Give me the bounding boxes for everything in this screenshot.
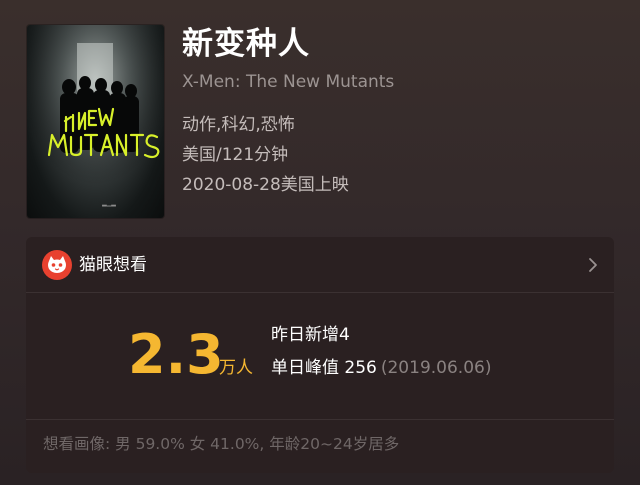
movie-release-date: 2020-08-28美国上映 (182, 175, 349, 195)
daily-peak-label: 单日峰值 256 (271, 358, 377, 378)
svg-text:▂▁▂: ▂▁▂ (101, 200, 116, 207)
want-card-title: 猫眼想看 (79, 255, 147, 275)
poster-artwork: ▂▁▂ (27, 25, 164, 218)
maoyan-cat-icon (42, 250, 72, 280)
card-divider (26, 419, 614, 420)
daily-peak-date: (2019.06.06) (380, 358, 492, 378)
movie-title: 新变种人 (182, 26, 310, 62)
movie-header: ▂▁▂ 新变种人 X-Men: The New Mutants 动作,科幻,恐怖… (0, 0, 640, 232)
want-count-unit: 万人 (219, 358, 253, 378)
daily-peak: 单日峰值 256 (2019.06.06) (271, 356, 491, 380)
movie-country-duration: 美国/121分钟 (182, 145, 289, 165)
want-to-see-card: 猫眼想看 2.3 万人 昨日新增4 单日峰值 256 (2019.06.06) 想… (26, 237, 614, 473)
audience-portrait: 想看画像: 男 59.0% 女 41.0%, 年龄20~24岁居多 (43, 435, 400, 453)
movie-english-title: X-Men: The New Mutants (182, 72, 395, 92)
movie-genres: 动作,科幻,恐怖 (182, 115, 295, 135)
movie-poster[interactable]: ▂▁▂ (27, 25, 164, 218)
want-count: 2.3 (128, 323, 224, 386)
want-card-header[interactable]: 猫眼想看 (26, 237, 614, 293)
want-stats: 2.3 万人 昨日新增4 单日峰值 256 (2019.06.06) (26, 293, 614, 419)
yesterday-increase: 昨日新增4 (271, 325, 350, 345)
chevron-right-icon[interactable] (588, 257, 598, 273)
